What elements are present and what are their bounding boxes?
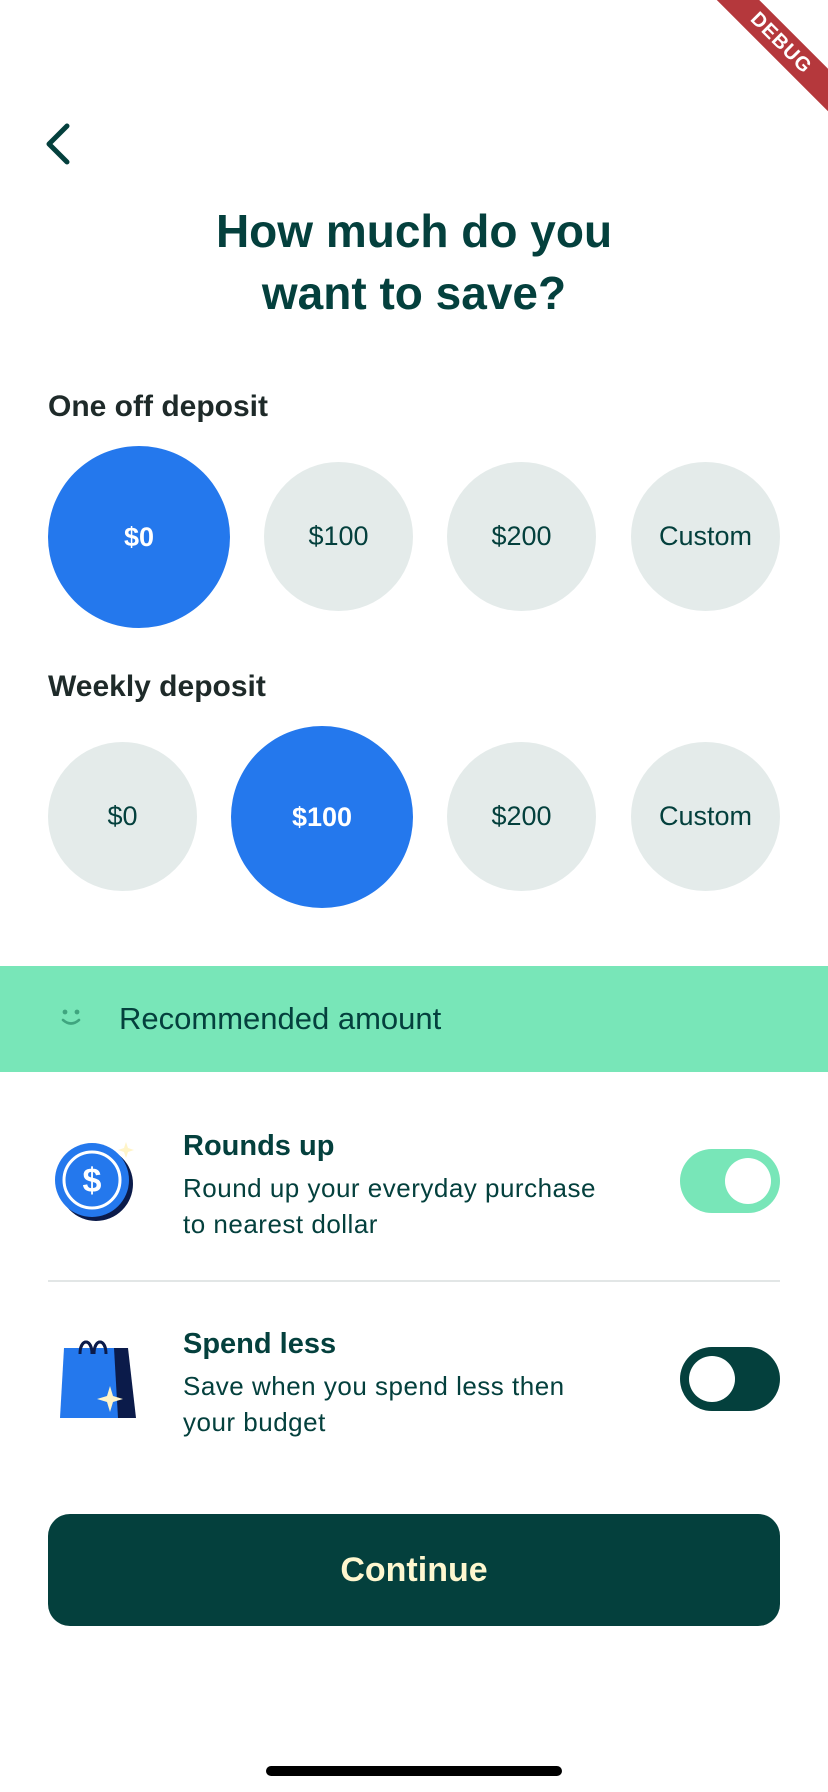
smiley-icon [61, 1009, 81, 1025]
page-title: How much do you want to save? [0, 200, 828, 324]
toggle-knob [725, 1158, 771, 1204]
page-title-line1: How much do you [215, 205, 613, 257]
toggle-knob [689, 1356, 735, 1402]
one-off-option-custom[interactable]: Custom [631, 462, 780, 611]
weekly-option-0[interactable]: $0 [48, 742, 197, 891]
spend-less-description-line2: your budget [183, 1407, 326, 1437]
one-off-option-100[interactable]: $100 [264, 462, 413, 611]
debug-banner: DEBUG [708, 0, 828, 120]
coin-dollar-icon: $ [55, 1142, 134, 1221]
spend-less-description: Save when you spend less then your budge… [183, 1368, 643, 1440]
spend-less-toggle[interactable] [680, 1347, 780, 1411]
continue-button[interactable]: Continue [48, 1514, 780, 1626]
back-button[interactable] [32, 112, 84, 176]
rounds-up-description: Round up your everyday purchase to neare… [183, 1170, 643, 1242]
shopping-bag-icon [60, 1340, 136, 1418]
recommended-amount-label: Recommended amount [119, 1001, 442, 1036]
rounds-up-description-line1: Round up your everyday purchase [183, 1173, 596, 1203]
svg-text:$: $ [83, 1162, 102, 1200]
weekly-option-200[interactable]: $200 [447, 742, 596, 891]
rounds-up-toggle[interactable] [680, 1149, 780, 1213]
one-off-option-200[interactable]: $200 [447, 462, 596, 611]
divider [48, 1280, 780, 1282]
rounds-up-title: Rounds up [183, 1130, 335, 1162]
recommended-amount-banner: Recommended amount [0, 966, 828, 1072]
page-title-line2: want to save? [261, 267, 567, 319]
one-off-deposit-label: One off deposit [48, 390, 268, 423]
spend-less-description-line1: Save when you spend less then [183, 1371, 565, 1401]
weekly-option-custom[interactable]: Custom [631, 742, 780, 891]
weekly-option-100[interactable]: $100 [231, 726, 413, 908]
one-off-option-0[interactable]: $0 [48, 446, 230, 628]
debug-banner-text: DEBUG [710, 0, 828, 114]
spend-less-title: Spend less [183, 1328, 337, 1360]
weekly-deposit-label: Weekly deposit [48, 670, 266, 703]
home-indicator [266, 1766, 562, 1776]
chevron-left-icon [46, 123, 70, 165]
rounds-up-description-line2: to nearest dollar [183, 1209, 378, 1239]
